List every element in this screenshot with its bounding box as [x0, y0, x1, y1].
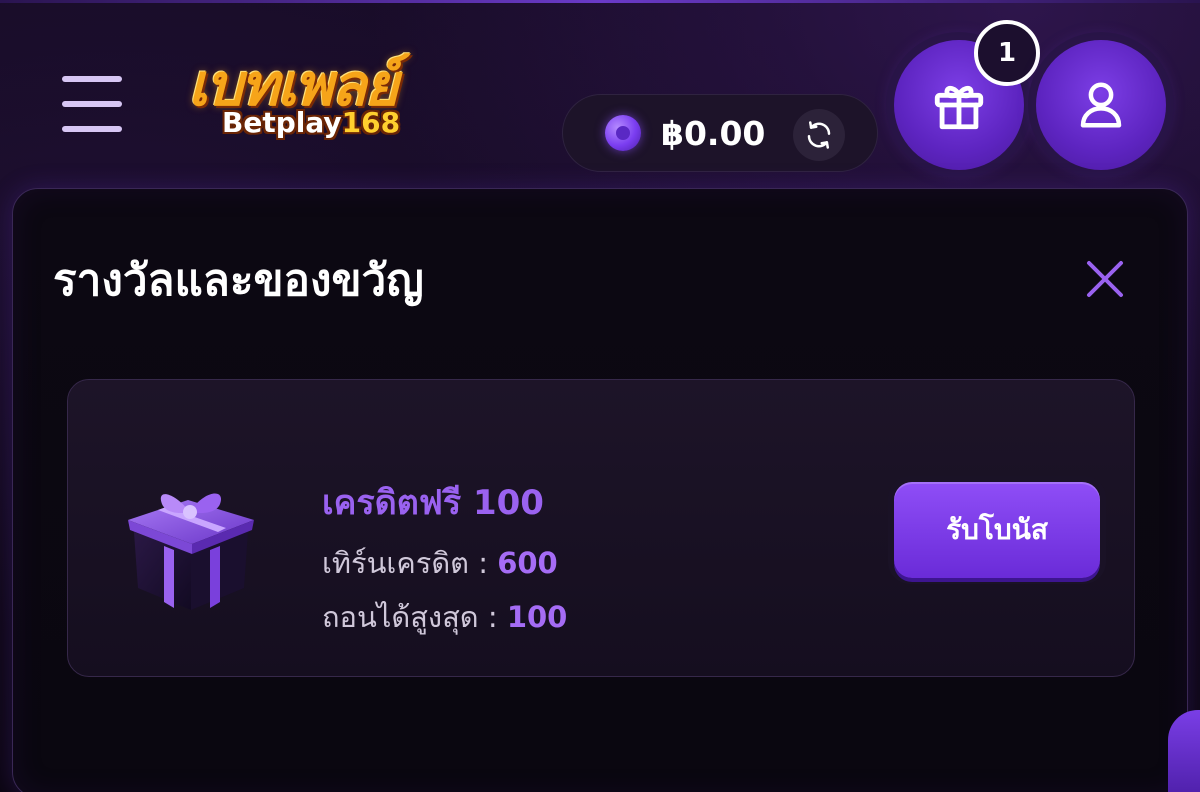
close-button[interactable]: [1083, 257, 1127, 301]
menu-line: [62, 101, 122, 107]
top-accent-line: [0, 0, 1200, 3]
rewards-panel: รางวัลและของขวัญ เครดิตฟรี 100 เทิร์นเคร…: [12, 188, 1188, 792]
logo-english-text: Betplay168: [222, 106, 462, 146]
menu-line: [62, 76, 122, 82]
refresh-icon: [807, 121, 831, 149]
reward-title: เครดิตฟรี 100: [322, 483, 544, 523]
reward-card: เครดิตฟรี 100 เทิร์นเครดิต : 600 ถอนได้ส…: [67, 379, 1135, 677]
close-icon: [1087, 261, 1123, 297]
balance-amount: ฿0.00: [661, 114, 766, 153]
balance-pill: ฿0.00: [562, 94, 878, 172]
user-profile-button[interactable]: [1036, 40, 1166, 170]
menu-line: [62, 126, 122, 132]
site-logo[interactable]: เบทเพลย์ Betplay168: [188, 38, 468, 148]
notification-badge: 1: [974, 20, 1040, 86]
hamburger-menu-icon[interactable]: [62, 76, 126, 132]
user-icon: [1080, 82, 1122, 128]
coin-icon: [605, 115, 641, 151]
turnover-value: 600: [497, 546, 558, 580]
max-withdraw-value: 100: [506, 600, 568, 634]
gift-icon: [934, 85, 984, 130]
turnover-label: เทิร์นเครดิต :: [322, 546, 488, 580]
refresh-button[interactable]: [793, 109, 845, 161]
max-withdraw-label: ถอนได้สูงสุด :: [322, 600, 498, 634]
logo-en-word: Betplay: [222, 106, 342, 139]
turnover-row: เทิร์นเครดิต : 600: [322, 540, 762, 586]
corner-decoration: [1168, 710, 1200, 792]
claim-bonus-button[interactable]: รับโบนัส: [888, 476, 1106, 584]
max-withdraw-row: ถอนได้สูงสุด : 100: [322, 594, 762, 640]
panel-title: รางวัลและของขวัญ: [53, 255, 424, 306]
logo-en-number: 168: [341, 106, 401, 139]
gift-box-image: [128, 493, 254, 610]
claim-bonus-label: รับโบนัส: [894, 482, 1100, 578]
